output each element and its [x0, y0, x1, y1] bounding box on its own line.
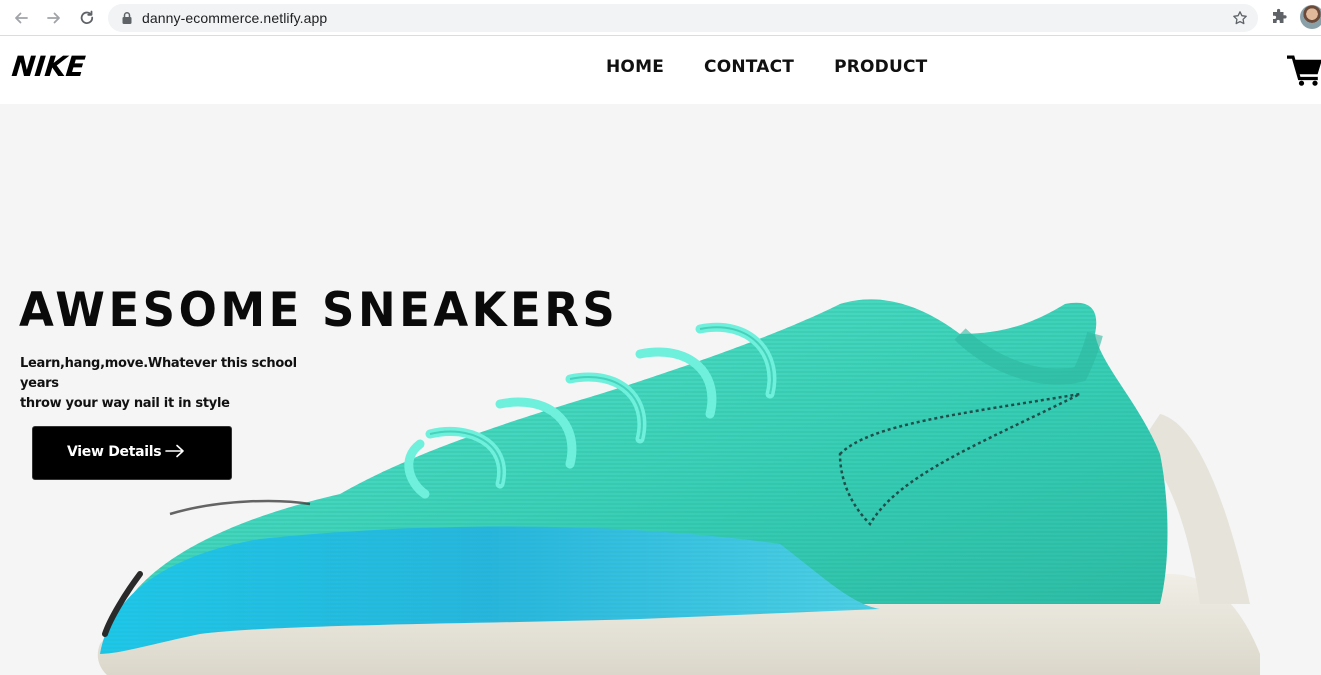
- arrow-right-icon: [165, 444, 184, 458]
- site-header: NIKE HOME CONTACT PRODUCT: [0, 37, 1321, 104]
- back-icon[interactable]: [9, 6, 33, 30]
- hero-subtitle-line-2: throw your way nail it in style: [20, 396, 230, 411]
- hero-subtitle-line-1: Learn,hang,move.Whatever this school yea…: [20, 356, 297, 391]
- main-nav: HOME CONTACT PRODUCT: [606, 57, 927, 77]
- brand-logo[interactable]: NIKE: [10, 50, 86, 83]
- lock-icon: [122, 12, 132, 24]
- reload-icon[interactable]: [75, 6, 99, 30]
- extensions-icon[interactable]: [1270, 8, 1288, 26]
- hero-subtitle: Learn,hang,move.Whatever this school yea…: [20, 354, 320, 414]
- nav-contact[interactable]: CONTACT: [704, 57, 794, 77]
- cart-icon[interactable]: [1287, 54, 1321, 86]
- hero-title: AWESOME SNEAKERS: [19, 282, 619, 338]
- nav-product[interactable]: PRODUCT: [834, 57, 927, 77]
- browser-toolbar: danny-ecommerce.netlify.app: [0, 0, 1321, 36]
- profile-avatar[interactable]: [1300, 5, 1321, 29]
- star-icon[interactable]: [1232, 10, 1248, 26]
- view-details-label: View Details: [67, 444, 162, 460]
- forward-icon[interactable]: [42, 6, 66, 30]
- url-text[interactable]: danny-ecommerce.netlify.app: [142, 10, 327, 26]
- view-details-button[interactable]: View Details: [32, 426, 232, 480]
- nav-home[interactable]: HOME: [606, 57, 664, 77]
- address-bar[interactable]: danny-ecommerce.netlify.app: [108, 4, 1258, 32]
- hero-section: AWESOME SNEAKERS Learn,hang,move.Whateve…: [0, 104, 1321, 675]
